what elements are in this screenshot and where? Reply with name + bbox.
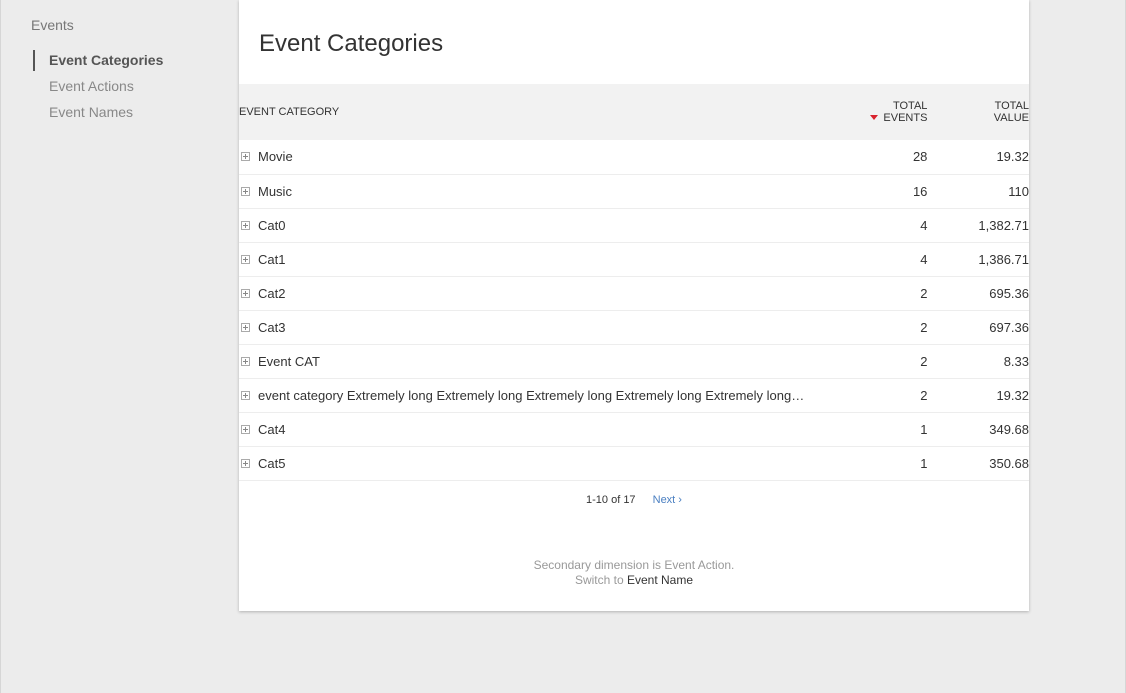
- category-label[interactable]: Music: [258, 184, 805, 199]
- next-page-link[interactable]: Next ›: [653, 494, 682, 506]
- category-label[interactable]: Cat4: [258, 422, 805, 437]
- cell-event-category: Movie: [239, 140, 825, 174]
- table-row[interactable]: Cat5 1 350.68: [239, 446, 1029, 480]
- category-wrap: Music: [239, 184, 805, 199]
- expand-plus-icon[interactable]: [241, 186, 250, 196]
- expand-plus-icon[interactable]: [241, 152, 250, 162]
- expand-plus-icon[interactable]: [241, 356, 250, 366]
- cell-event-category: Cat3: [239, 310, 825, 344]
- secondary-dimension-text: Secondary dimension is Event Action.: [533, 558, 735, 572]
- cell-event-category: Cat0: [239, 208, 825, 242]
- table-row[interactable]: Cat3 2 697.36: [239, 310, 1029, 344]
- cell-event-category: event category Extremely long Extremely …: [239, 378, 825, 412]
- category-wrap: Cat1: [239, 252, 805, 267]
- cell-total-value: 19.32: [996, 387, 1029, 403]
- category-wrap: Cat2: [239, 286, 805, 301]
- cell-total-value: 350.68: [989, 455, 1029, 471]
- cell-total-value: 349.68: [989, 421, 1029, 437]
- category-wrap: Movie: [239, 149, 805, 164]
- switch-event-name-link[interactable]: Event Name: [627, 573, 693, 587]
- category-label[interactable]: Movie: [258, 149, 805, 164]
- cell-total-events: 2: [920, 319, 928, 335]
- sidebar: Events Event Categories Event Actions Ev…: [0, 0, 239, 693]
- column-header-total-events[interactable]: Total Events: [825, 84, 928, 140]
- report-table: Event Category Total Events Total Value …: [239, 84, 1029, 481]
- sidebar-section-label: Events: [31, 17, 74, 33]
- cell-total-events: 2: [920, 387, 928, 403]
- sidebar-item-event-actions[interactable]: Event Actions: [33, 76, 163, 102]
- column-header-label: Event Category: [239, 106, 340, 118]
- report-card: Event Categories Event Category Total Ev…: [239, 0, 1029, 611]
- category-label[interactable]: Cat1: [258, 252, 805, 267]
- cell-event-category: Music: [239, 174, 825, 208]
- table-row[interactable]: Music 16 110: [239, 174, 1029, 208]
- cell-total-value: 697.36: [989, 319, 1029, 335]
- column-header-event-category[interactable]: Event Category: [239, 84, 825, 140]
- sidebar-item-event-names[interactable]: Event Names: [33, 102, 163, 128]
- category-wrap: Event CAT: [239, 354, 805, 369]
- cell-total-events: 1: [920, 455, 928, 471]
- sidebar-list: Event Categories Event Actions Event Nam…: [31, 50, 163, 128]
- table-row[interactable]: event category Extremely long Extremely …: [239, 378, 1029, 412]
- cell-total-value: 19.32: [996, 149, 1029, 165]
- cell-event-category: Cat5: [239, 446, 825, 480]
- cell-total-events: 16: [912, 183, 928, 199]
- pagination: 1-10 of 17 Next ›: [239, 494, 1029, 506]
- expand-plus-icon[interactable]: [241, 254, 250, 264]
- expand-plus-icon[interactable]: [241, 390, 250, 400]
- expand-plus-icon[interactable]: [241, 424, 250, 434]
- category-label[interactable]: event category Extremely long Extremely …: [258, 388, 805, 403]
- sidebar-item-event-categories[interactable]: Event Categories: [33, 50, 163, 76]
- table-row[interactable]: Cat0 4 1,382.71: [239, 208, 1029, 242]
- cell-total-value: 110: [1008, 183, 1029, 199]
- category-wrap: Cat3: [239, 320, 805, 335]
- expand-plus-icon[interactable]: [241, 220, 250, 230]
- cell-total-events: 4: [920, 217, 928, 233]
- table-row[interactable]: Cat4 1 349.68: [239, 412, 1029, 446]
- cell-total-events: 4: [920, 251, 928, 267]
- cell-total-events: 1: [920, 421, 928, 437]
- category-label[interactable]: Cat2: [258, 286, 805, 301]
- table-body: Movie 28 19.32 Music 16 110 Cat0 4 1,382.71 Cat1 4…: [239, 140, 1029, 480]
- cell-total-events: 28: [912, 149, 928, 165]
- expand-plus-icon[interactable]: [241, 458, 250, 468]
- switch-prefix: Switch to: [574, 573, 624, 587]
- column-header-label: Total Value: [993, 100, 1029, 124]
- table-row[interactable]: Movie 28 19.32: [239, 140, 1029, 174]
- sort-descending-icon: [870, 115, 879, 120]
- expand-plus-icon[interactable]: [241, 288, 250, 298]
- cell-event-category: Cat1: [239, 242, 825, 276]
- table-row[interactable]: Cat2 2 695.36: [239, 276, 1029, 310]
- cell-total-events: 2: [920, 285, 928, 301]
- category-wrap: Cat4: [239, 422, 805, 437]
- column-header-label: Total Events: [883, 100, 928, 124]
- cell-total-events: 2: [920, 353, 928, 369]
- category-label[interactable]: Cat0: [258, 218, 805, 233]
- category-wrap: Cat5: [239, 456, 805, 471]
- switch-dimension-line: Switch to Event Name: [239, 573, 1029, 588]
- cell-event-category: Cat2: [239, 276, 825, 310]
- page-title: Event Categories: [259, 30, 444, 57]
- cell-total-value: 695.36: [989, 285, 1029, 301]
- table-row[interactable]: Cat1 4 1,386.71: [239, 242, 1029, 276]
- expand-plus-icon[interactable]: [241, 322, 250, 332]
- cell-total-value: 1,382.71: [978, 217, 1029, 233]
- secondary-dimension-note: Secondary dimension is Event Action. Swi…: [239, 558, 1029, 588]
- cell-total-value: 1,386.71: [978, 251, 1029, 267]
- table-header-row: Event Category Total Events Total Value: [239, 84, 1029, 140]
- category-wrap: Cat0: [239, 218, 805, 233]
- cell-event-category: Cat4: [239, 412, 825, 446]
- cell-total-value: 8.33: [1003, 353, 1029, 369]
- pagination-range: 1-10 of 17: [586, 494, 636, 506]
- column-header-total-value[interactable]: Total Value: [927, 84, 1029, 140]
- category-label[interactable]: Cat3: [258, 320, 805, 335]
- table-row[interactable]: Event CAT 2 8.33: [239, 344, 1029, 378]
- cell-event-category: Event CAT: [239, 344, 825, 378]
- category-wrap: event category Extremely long Extremely …: [239, 388, 805, 403]
- category-label[interactable]: Event CAT: [258, 354, 805, 369]
- category-label[interactable]: Cat5: [258, 456, 805, 471]
